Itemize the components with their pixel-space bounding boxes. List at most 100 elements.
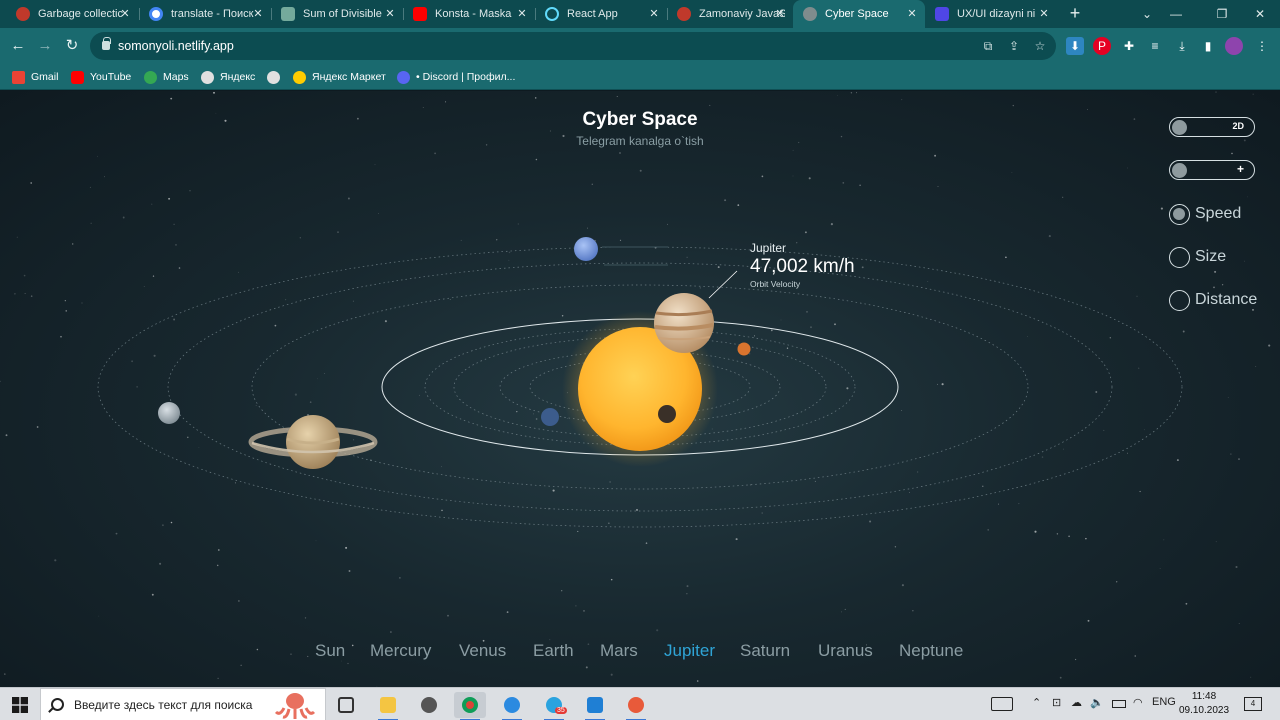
chevron-up-icon[interactable]: ⌃ — [1032, 696, 1041, 709]
browser-tab[interactable]: Zamonaviy JavaS ✕ — [667, 0, 793, 28]
side-panel-icon[interactable]: ▮ — [1199, 37, 1217, 55]
system-clock[interactable]: 11:48 09.10.2023 — [1178, 690, 1230, 718]
keyboard-layout-icon[interactable] — [991, 697, 1013, 711]
pinterest-icon[interactable]: P — [1093, 37, 1111, 55]
volume-icon[interactable]: 🔈 — [1090, 696, 1104, 709]
window-close-button[interactable]: ✕ — [1250, 4, 1270, 24]
speed-radio[interactable]: Speed — [1169, 203, 1241, 225]
view-mode-toggle[interactable]: 2D — [1169, 117, 1255, 137]
extensions-puzzle-icon[interactable]: ✚ — [1120, 37, 1138, 55]
lock-icon[interactable] — [102, 37, 111, 50]
jupiter-planet[interactable] — [654, 293, 714, 353]
onedrive-icon[interactable]: ☁ — [1071, 696, 1082, 709]
close-icon[interactable]: ✕ — [383, 7, 397, 21]
new-tab-button[interactable]: + — [1066, 3, 1084, 23]
search-icon — [51, 698, 64, 711]
bookmark-discord[interactable]: • Discord | Профил... — [397, 68, 515, 86]
translate-icon[interactable]: ⧉ — [980, 38, 996, 54]
nav-mercury[interactable]: Mercury — [370, 641, 431, 661]
bookmark-star-icon[interactable]: ☆ — [1032, 38, 1048, 54]
saturn-planet[interactable] — [248, 415, 378, 469]
react-favicon-icon — [545, 7, 559, 21]
nav-mars[interactable]: Mars — [600, 641, 638, 661]
taskbar-telegram[interactable]: 35 — [538, 692, 570, 720]
nav-venus[interactable]: Venus — [459, 641, 506, 661]
mercury-planet[interactable] — [658, 405, 676, 423]
close-icon[interactable]: ✕ — [647, 7, 661, 21]
nav-earth[interactable]: Earth — [533, 641, 574, 661]
profile-avatar[interactable] — [1225, 37, 1243, 55]
toggle-label: 2D — [1232, 121, 1244, 131]
browser-toolbar: ← → ↻ somonyoli.netlify.app ⧉ ⇪ ☆ ⬇ P ✚ … — [0, 28, 1280, 64]
radio-circle — [1169, 246, 1190, 268]
close-icon[interactable]: ✕ — [905, 7, 919, 21]
nav-neptune[interactable]: Neptune — [899, 641, 963, 661]
windows-start-icon[interactable] — [12, 697, 28, 713]
address-bar[interactable]: somonyoli.netlify.app ⧉ ⇪ ☆ — [90, 32, 1056, 60]
bookmark-maps[interactable]: Maps — [144, 68, 189, 86]
close-icon[interactable]: ✕ — [1037, 7, 1051, 21]
network-icon[interactable]: ⊡ — [1052, 696, 1061, 709]
zoom-toggle[interactable]: + — [1169, 160, 1255, 180]
size-radio[interactable]: Size — [1169, 246, 1226, 268]
taskbar-chrome[interactable] — [454, 692, 486, 720]
share-icon[interactable]: ⇪ — [1006, 38, 1022, 54]
bookmark-youtube[interactable]: YouTube — [71, 68, 131, 86]
reload-button[interactable]: ↻ — [62, 36, 82, 56]
uranus-planet[interactable] — [158, 402, 180, 424]
maximize-button[interactable]: ❐ — [1212, 4, 1232, 24]
bookmark-yandex[interactable]: Яндекс — [201, 68, 255, 86]
taskbar-firefox[interactable] — [496, 692, 528, 720]
menu-kebab-icon[interactable]: ⋮ — [1253, 37, 1271, 55]
taskbar-settings[interactable] — [413, 692, 445, 718]
bookmark-globe[interactable] — [267, 68, 286, 86]
earth-planet[interactable] — [541, 408, 559, 426]
browser-tab-active[interactable]: Cyber Space ✕ — [793, 0, 925, 28]
bookmark-yandex-market[interactable]: Яндекс Маркет — [293, 68, 386, 86]
browser-tab[interactable]: React App ✕ — [535, 0, 667, 28]
forward-button[interactable]: → — [35, 36, 55, 56]
battery-icon[interactable] — [1112, 700, 1126, 708]
nav-jupiter[interactable]: Jupiter — [664, 641, 715, 661]
minimize-button[interactable]: — — [1166, 4, 1186, 24]
taskbar-file-explorer[interactable] — [372, 692, 404, 720]
nav-saturn[interactable]: Saturn — [740, 641, 790, 661]
browser-tab[interactable]: Sum of Divisible ✕ — [271, 0, 403, 28]
nav-sun[interactable]: Sun — [315, 641, 345, 661]
market-icon — [293, 70, 306, 84]
language-indicator[interactable]: ENG — [1152, 696, 1176, 708]
url-text[interactable]: somonyoli.netlify.app — [118, 39, 234, 53]
close-icon[interactable]: ✕ — [251, 7, 265, 21]
browser-tab[interactable]: Konsta - Maska ✕ — [403, 0, 535, 28]
notification-center-icon[interactable]: 4 — [1244, 697, 1262, 711]
close-icon[interactable]: ✕ — [515, 7, 529, 21]
nav-uranus[interactable]: Uranus — [818, 641, 873, 661]
wifi-icon[interactable]: ◠ — [1133, 696, 1143, 709]
browser-tab[interactable]: translate - Поиск ✕ — [139, 0, 271, 28]
code-favicon-icon — [677, 7, 691, 21]
radio-label: Size — [1195, 248, 1227, 265]
taskbar-paint[interactable] — [620, 692, 652, 720]
taskbar-vscode[interactable] — [579, 692, 611, 720]
venus-planet[interactable] — [737, 342, 751, 356]
download-extension-icon[interactable]: ⬇ — [1066, 37, 1084, 55]
task-view-button[interactable] — [330, 692, 362, 718]
browser-tab[interactable]: UX/UI dizayni ni ✕ — [925, 0, 1057, 28]
octopus-search-highlight-icon[interactable] — [270, 690, 320, 720]
back-button[interactable]: ← — [8, 36, 28, 56]
info-value: 47,002 km/h — [750, 256, 855, 277]
bookmark-gmail[interactable]: Gmail — [12, 68, 58, 86]
close-icon[interactable]: ✕ — [773, 7, 787, 21]
bookmark-label: • Discord | Профил... — [416, 71, 516, 83]
distance-radio[interactable]: Distance — [1169, 289, 1257, 311]
reading-list-icon[interactable]: ≡ — [1146, 37, 1164, 55]
globe-favicon-icon — [803, 7, 817, 21]
tab-search-chevron-icon[interactable]: ⌄ — [1137, 4, 1157, 24]
browser-tab[interactable]: Garbage collectic ✕ — [6, 0, 138, 28]
close-icon[interactable]: ✕ — [118, 7, 132, 21]
tab-label: React App — [567, 8, 618, 20]
downloads-icon[interactable]: ⤓ — [1173, 37, 1191, 55]
mars-planet[interactable] — [574, 237, 598, 261]
toggle-label: + — [1236, 162, 1244, 176]
tab-label: Cyber Space — [825, 8, 889, 20]
